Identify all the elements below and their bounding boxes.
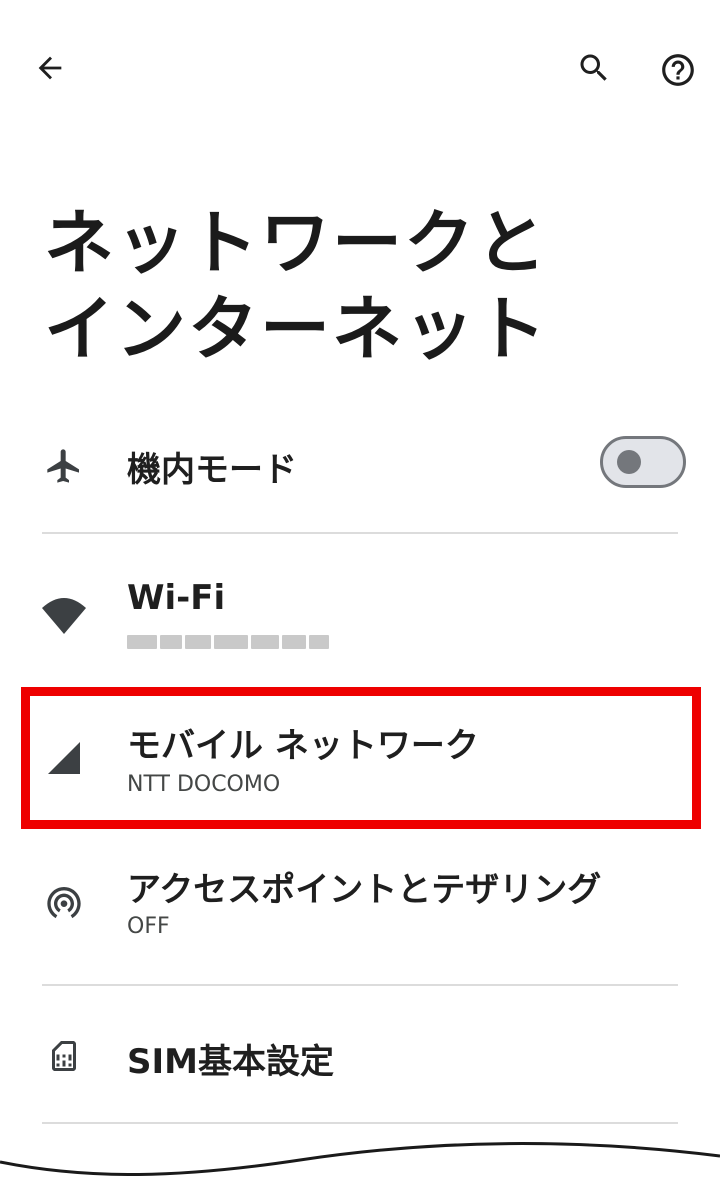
sim-settings-row[interactable]: SIM基本設定 xyxy=(0,1012,720,1104)
airplane-mode-label: 機内モード xyxy=(127,450,297,490)
wifi-ssid-blurred xyxy=(127,630,351,654)
sim-card-icon xyxy=(38,1030,90,1082)
page-title-line2: インターネット xyxy=(44,288,548,370)
search-button[interactable] xyxy=(562,36,626,100)
airplane-mode-toggle[interactable] xyxy=(600,436,686,488)
divider xyxy=(42,532,678,534)
mobile-network-row[interactable]: モバイル ネットワーク NTT DOCOMO xyxy=(0,700,720,820)
toggle-knob xyxy=(617,450,641,474)
page-title: ネットワークと インターネット xyxy=(44,200,684,372)
wifi-label: Wi-Fi xyxy=(127,578,226,618)
hotspot-icon xyxy=(38,876,90,928)
sim-settings-label: SIM基本設定 xyxy=(127,1042,334,1082)
mobile-network-carrier: NTT DOCOMO xyxy=(127,772,281,797)
page-cut-edge xyxy=(0,1142,720,1200)
mobile-network-label: モバイル ネットワーク xyxy=(127,726,479,766)
search-icon xyxy=(580,54,607,81)
wifi-icon xyxy=(38,590,90,642)
airplane-icon xyxy=(38,440,90,492)
back-button[interactable] xyxy=(18,36,82,100)
hotspot-tethering-label: アクセスポイントとテザリング xyxy=(127,870,602,910)
help-circle-icon xyxy=(662,54,694,86)
hotspot-tethering-row[interactable]: アクセスポイントとテザリング OFF xyxy=(0,850,720,960)
help-button[interactable] xyxy=(646,38,710,102)
divider xyxy=(42,984,678,986)
arrow-left-icon xyxy=(38,56,62,80)
page-title-line1: ネットワークと xyxy=(44,202,548,284)
hotspot-tethering-status: OFF xyxy=(127,914,170,939)
cellular-signal-icon xyxy=(38,732,90,784)
wifi-row[interactable]: Wi-Fi xyxy=(0,570,720,670)
